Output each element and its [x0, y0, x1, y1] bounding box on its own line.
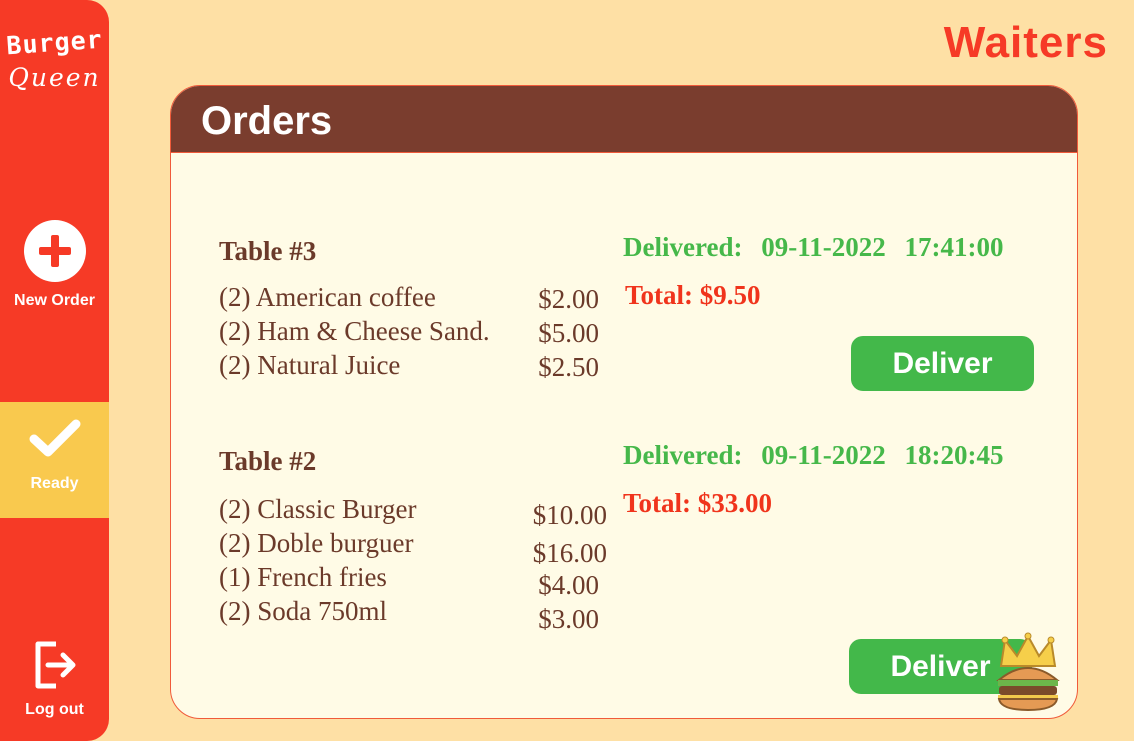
- logout-icon: [35, 641, 75, 689]
- item-price: $2.50: [538, 352, 599, 382]
- ready-nav-item[interactable]: Ready: [0, 402, 109, 518]
- orders-card-title: Orders: [171, 86, 1077, 153]
- item-name: (2) Doble burguer: [219, 528, 414, 558]
- status-date: 09-11-2022: [761, 232, 886, 262]
- order-item: (2) Ham & Cheese Sand. $5.00: [219, 316, 599, 350]
- order-item: (2) Natural Juice $2.50: [219, 350, 599, 384]
- logout-label: Log out: [25, 701, 84, 718]
- item-price: $10.00: [532, 500, 607, 530]
- brand-logo: Burger Queen: [0, 25, 109, 92]
- order-items: (2) American coffee $2.00 (2) Ham & Chee…: [219, 282, 599, 384]
- order-item: (2) Classic Burger $10.00: [219, 494, 607, 530]
- brand-line-1: Burger: [5, 24, 104, 61]
- item-name: (2) Natural Juice: [219, 350, 401, 380]
- new-order-button[interactable]: New Order: [0, 220, 109, 310]
- order-total: Total: $9.50: [625, 280, 761, 310]
- item-price: $2.00: [538, 284, 599, 314]
- item-name: (2) American coffee: [219, 282, 436, 312]
- order-total: Total: $33.00: [623, 488, 773, 518]
- new-order-label: New Order: [14, 292, 95, 309]
- order-item: (2) American coffee $2.00: [219, 282, 599, 316]
- ready-label: Ready: [30, 475, 79, 492]
- plus-circle-icon: [23, 220, 86, 282]
- order-item: (1) French fries $4.00: [219, 562, 599, 600]
- status-date: 09-11-2022: [761, 440, 886, 470]
- status-time: 17:41:00: [904, 232, 1004, 262]
- item-name: (2) Ham & Cheese Sand.: [219, 316, 490, 346]
- sidebar: Burger Queen New Order Ready Log out: [0, 0, 109, 741]
- order-item: (2) Doble burguer $16.00: [219, 528, 607, 568]
- orders-card: Orders Table #3 (2) American coffee $2.0…: [170, 85, 1078, 719]
- status-time: 18:20:45: [904, 440, 1004, 470]
- delivered-status: Delivered: 09-11-2022 17:41:00: [623, 232, 1015, 263]
- order-item: (2) Soda 750ml $3.00: [219, 596, 599, 634]
- order-items: (2) Classic Burger $10.00 (2) Doble burg…: [219, 494, 607, 634]
- status-label: Delivered:: [623, 232, 743, 262]
- item-name: (1) French fries: [219, 562, 387, 592]
- item-name: (2) Classic Burger: [219, 494, 417, 524]
- deliver-button[interactable]: Deliver: [851, 336, 1034, 391]
- logout-button[interactable]: Log out: [0, 640, 109, 719]
- page-title: Waiters: [943, 18, 1108, 67]
- brand-line-2: Queen: [8, 63, 101, 92]
- crown-burger-icon: [996, 632, 1060, 712]
- checkmark-icon: [29, 419, 80, 457]
- item-name: (2) Soda 750ml: [219, 596, 387, 626]
- item-price: $5.00: [538, 318, 599, 348]
- table-name: Table #3: [219, 236, 317, 266]
- item-price: $3.00: [538, 604, 599, 634]
- delivered-status: Delivered: 09-11-2022 18:20:45: [623, 440, 1015, 471]
- table-name: Table #2: [219, 446, 317, 476]
- status-label: Delivered:: [623, 440, 743, 470]
